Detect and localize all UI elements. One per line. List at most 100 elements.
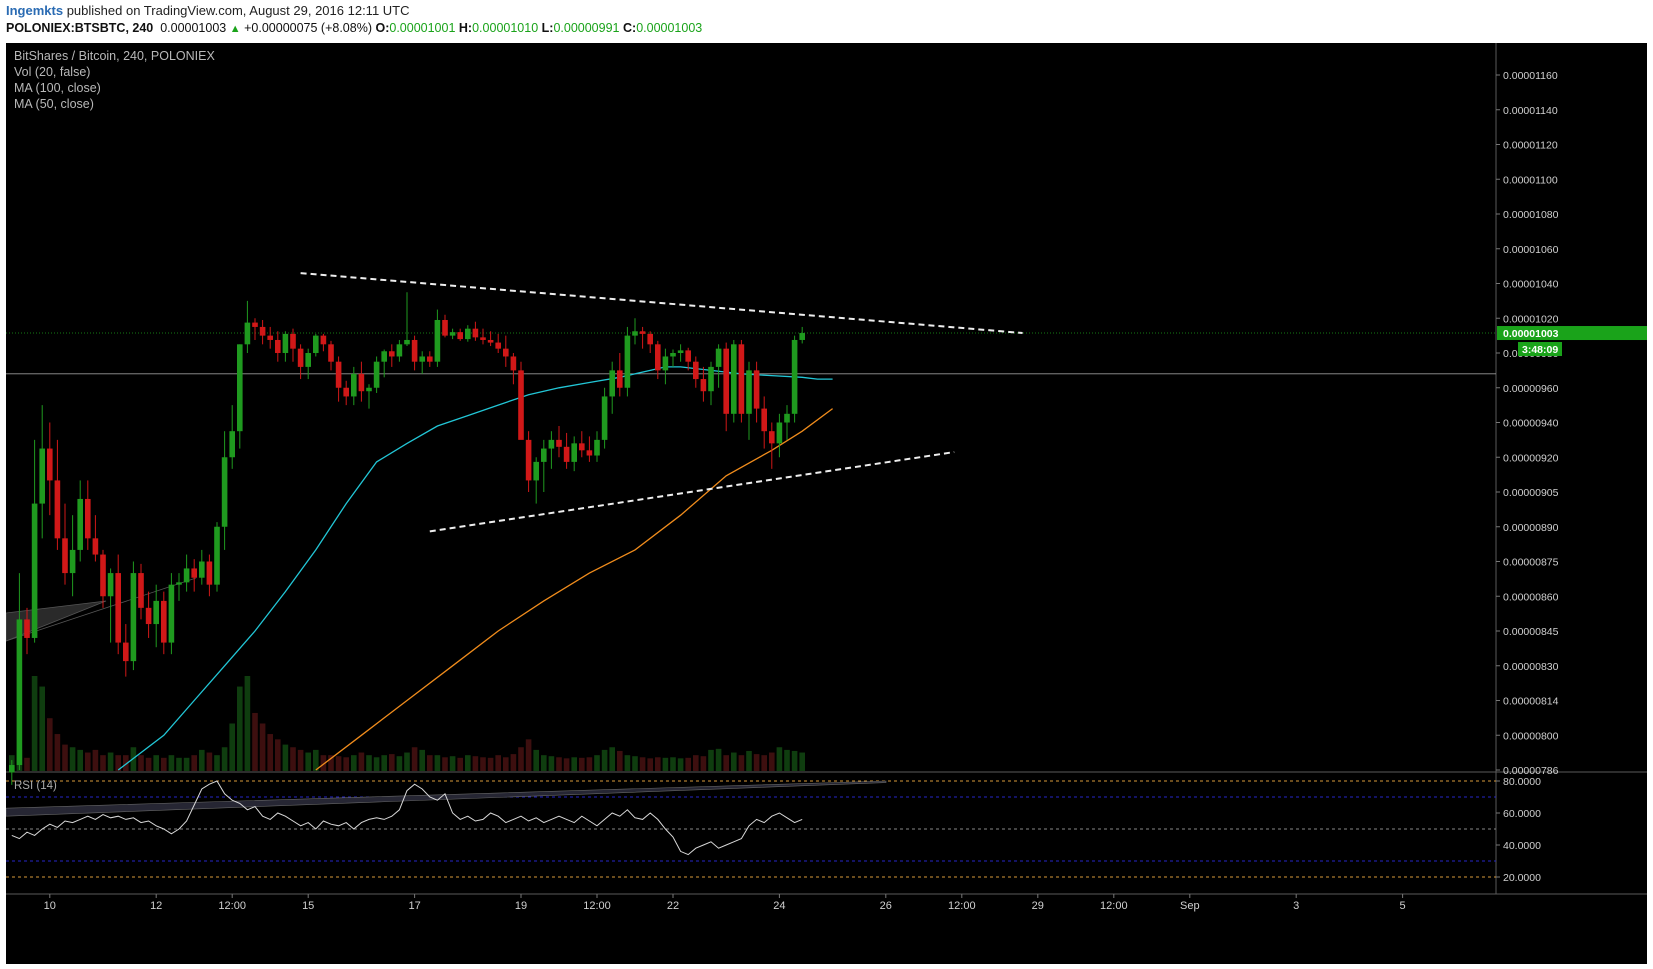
price-axis-label: 0.00000890 xyxy=(1503,522,1559,534)
candle-body xyxy=(404,339,410,345)
volume-bar xyxy=(731,752,737,771)
candle-body xyxy=(609,370,615,397)
volume-bar xyxy=(746,750,752,771)
x-axis-label: 5 xyxy=(1400,900,1406,912)
candle-body xyxy=(145,607,152,625)
candle-body xyxy=(85,498,91,539)
price-axis-label: 0.00000860 xyxy=(1503,591,1559,603)
candle-body xyxy=(685,350,691,362)
candle-body xyxy=(700,379,707,392)
candle-body xyxy=(161,600,167,643)
price-axis-label: 0.00000800 xyxy=(1503,730,1559,742)
candle-body xyxy=(442,319,448,336)
volume-bar xyxy=(214,755,220,771)
x-axis-label: 12:00 xyxy=(583,900,611,912)
candle-body xyxy=(107,573,114,597)
volume-bar xyxy=(275,739,281,771)
candle-body xyxy=(297,348,304,367)
candle-body xyxy=(47,448,53,481)
candle-body xyxy=(358,373,365,392)
candle-body xyxy=(510,356,517,371)
candle-body xyxy=(670,353,676,357)
open-value: 0.00001001 xyxy=(389,21,456,35)
volume-bar xyxy=(267,734,273,771)
volume-bar xyxy=(31,676,38,771)
candle-body xyxy=(100,554,106,597)
volume-bar xyxy=(601,749,608,771)
volume-bar xyxy=(647,758,653,771)
candle-body xyxy=(259,326,266,336)
volume-bar xyxy=(259,723,266,771)
legend-volume: Vol (20, false) xyxy=(14,65,91,79)
volume-bar xyxy=(495,755,501,771)
candle-body xyxy=(221,457,228,527)
last-price: 0.00001003 xyxy=(160,21,227,35)
volume-bar xyxy=(761,755,767,771)
price-axis-label: 0.00000905 xyxy=(1503,487,1559,499)
price-axis-label: 0.00001080 xyxy=(1503,209,1559,221)
x-axis-label: 15 xyxy=(302,900,314,912)
chart-frame[interactable]: 0.00001160 0.00001140 0.00001120 0.00001100… xyxy=(6,43,1647,964)
candle-body xyxy=(320,335,327,345)
price-axis-label: 0.00001160 xyxy=(1503,70,1558,82)
candle-body xyxy=(677,350,684,353)
volume-bar xyxy=(617,750,623,771)
volume-bar xyxy=(632,756,638,771)
legend-rsi: RSI (14) xyxy=(14,780,57,792)
volume-bar xyxy=(784,749,790,771)
volume-bar xyxy=(47,718,53,771)
candle-body xyxy=(708,366,714,392)
volume-bar xyxy=(700,756,707,771)
x-axis-label: 19 xyxy=(515,900,527,912)
volume-bar xyxy=(54,734,61,771)
candle-body xyxy=(571,443,577,462)
volume-bar xyxy=(586,757,593,771)
volume-bar xyxy=(62,744,68,771)
candle-body xyxy=(723,348,729,414)
price-axis-label: 0.00000920 xyxy=(1503,452,1559,464)
candle-body xyxy=(214,526,220,585)
volume-bar xyxy=(389,754,395,771)
volume-bar xyxy=(427,755,433,771)
price-axis-label: 0.00000814 xyxy=(1503,696,1559,708)
current-price-label: 0.00001003 xyxy=(1503,328,1559,340)
close-label: C: xyxy=(622,21,637,35)
volume-bar xyxy=(639,757,646,771)
volume-bar xyxy=(351,755,357,771)
volume-bar xyxy=(229,723,235,771)
volume-bar xyxy=(609,747,615,771)
candle-body xyxy=(153,600,159,625)
volume-bar xyxy=(237,686,243,771)
volume-bar xyxy=(753,754,760,771)
candle-body xyxy=(16,619,23,766)
volume-bar xyxy=(358,752,365,771)
volume-bar xyxy=(799,752,805,771)
volume-bar xyxy=(571,757,577,771)
volume-bar xyxy=(487,757,494,771)
rsi-line xyxy=(11,780,803,856)
volume-bar xyxy=(381,755,387,771)
candle-body xyxy=(381,351,387,362)
volume-bar xyxy=(77,749,83,771)
candle-body xyxy=(389,351,395,357)
low-value: 0.00000991 xyxy=(553,21,620,35)
candle-body xyxy=(639,331,646,334)
volume-bar xyxy=(199,749,205,771)
volume-bar xyxy=(404,752,410,771)
price-axis-label: 0.00001120 xyxy=(1503,140,1558,152)
volume-bar xyxy=(297,749,304,771)
author-link[interactable]: Ingemkts xyxy=(6,3,63,18)
volume-bar xyxy=(343,757,349,771)
candle-body xyxy=(769,431,775,444)
price-axis-label: 0.00000940 xyxy=(1503,418,1559,430)
publish-line: Ingemkts published on TradingView.com, A… xyxy=(6,3,410,18)
candle-body xyxy=(784,413,790,423)
candle-body xyxy=(579,443,585,451)
candle-body xyxy=(244,322,251,345)
price-chart[interactable]: 0.00001160 0.00001140 0.00001120 0.00001100… xyxy=(6,43,1647,964)
volume-bar xyxy=(206,752,213,771)
candle-body xyxy=(411,339,418,362)
candle-body xyxy=(563,446,570,462)
candle-body xyxy=(541,448,547,462)
volume-bar xyxy=(168,755,175,771)
